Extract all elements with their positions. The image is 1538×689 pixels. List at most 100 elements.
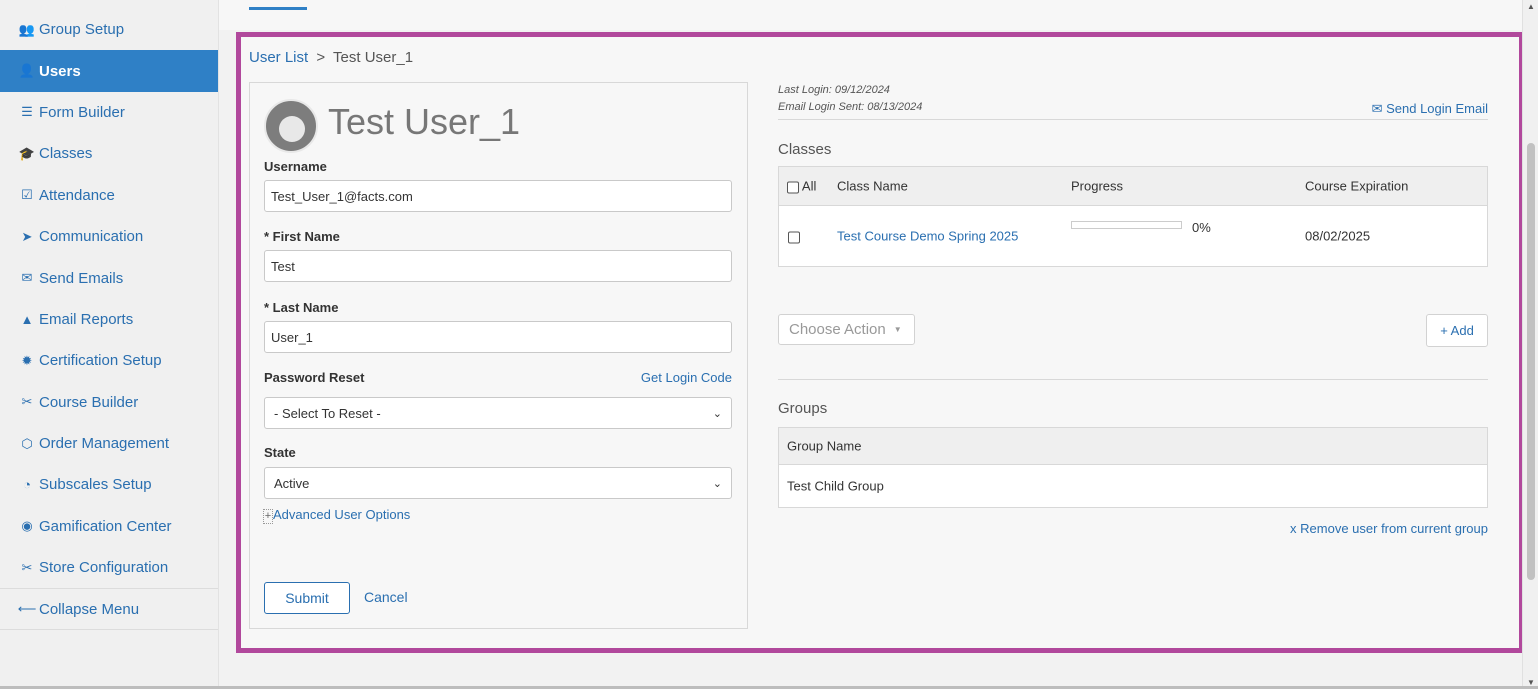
sidebar-item-email-reports[interactable]: ▲ Email Reports <box>0 299 218 340</box>
chevron-down-icon: ⌄ <box>712 407 722 420</box>
gamepad-icon: ◉ <box>21 518 33 534</box>
col-group-name: Group Name <box>787 438 862 454</box>
progress-label: 0% <box>1192 220 1211 235</box>
collapse-menu-button[interactable]: ⟵ Collapse Menu <box>0 588 218 630</box>
submit-button[interactable]: Submit <box>264 582 350 614</box>
sidebar-item-label: Gamification Center <box>39 517 172 535</box>
sidebar-item-order-management[interactable]: ⬡ Order Management <box>0 423 218 464</box>
table-row: Test Course Demo Spring 2025 0% 08/02/20… <box>779 206 1487 266</box>
sidebar-item-label: Email Reports <box>39 310 134 328</box>
checkbox-icon: ☑ <box>21 187 33 203</box>
sidebar-item-classes[interactable]: 🎓 Classes <box>0 133 218 174</box>
sidebar-item-course-builder[interactable]: ✂ Course Builder <box>0 382 218 423</box>
users-icon: 👥 <box>18 21 36 37</box>
col-progress: Progress <box>1071 178 1124 194</box>
expand-plus-icon: + <box>263 509 273 524</box>
col-course-expiration: Course Expiration <box>1305 178 1409 194</box>
breadcrumb-current: Test User_1 <box>333 49 414 66</box>
classes-table: All Class Name Progress Course Expiratio… <box>778 166 1488 267</box>
sidebar-item-send-emails[interactable]: ✉ Send Emails <box>0 257 218 298</box>
password-reset-select[interactable]: - Select To Reset - ⌄ <box>264 397 732 429</box>
first-name-field[interactable] <box>264 250 732 282</box>
sidebar-item-label: Users <box>39 62 81 80</box>
state-select[interactable]: Active ⌄ <box>264 467 732 499</box>
choose-action-dropdown[interactable]: Choose Action ▼ <box>778 314 915 345</box>
last-name-field[interactable] <box>264 321 732 353</box>
user-detail-panel: User List > Test User_1 Test User_1 User… <box>236 32 1524 653</box>
sidebar-item-label: Course Builder <box>39 393 139 411</box>
last-name-label: * Last Name <box>264 300 339 315</box>
select-all[interactable]: All <box>787 179 816 194</box>
paper-plane-icon: ➤ <box>21 228 33 244</box>
state-selected: Active <box>274 475 310 491</box>
top-tab-strip <box>219 0 1522 30</box>
sidebar-item-label: Form Builder <box>39 103 125 121</box>
breadcrumb: User List > Test User_1 <box>249 49 413 66</box>
first-name-label: * First Name <box>264 229 340 244</box>
username-field[interactable] <box>264 180 732 212</box>
sidebar-item-communication[interactable]: ➤ Communication <box>0 216 218 257</box>
sidebar-item-certification-setup[interactable]: ✹ Certification Setup <box>0 340 218 381</box>
divider <box>778 379 1488 380</box>
scrollbar[interactable]: ▲ ▼ <box>1522 0 1538 689</box>
table-row: Test Child Group <box>779 465 1487 507</box>
class-name-link[interactable]: Test Course Demo Spring 2025 <box>837 229 1018 244</box>
sidebar-item-attendance[interactable]: ☑ Attendance <box>0 175 218 216</box>
avatar <box>264 99 318 153</box>
badge-icon: ✹ <box>21 352 33 368</box>
last-login: Last Login: 09/12/2024 <box>778 84 890 96</box>
send-login-email-link[interactable]: ✉ Send Login Email <box>1372 101 1488 117</box>
scroll-up-icon[interactable]: ▲ <box>1527 2 1535 11</box>
user-details-right: Last Login: 09/12/2024 Email Login Sent:… <box>778 82 1488 536</box>
classes-table-header: All Class Name Progress Course Expiratio… <box>779 167 1487 206</box>
tools-icon: ✂ <box>21 559 33 575</box>
scrollbar-thumb[interactable] <box>1527 143 1535 580</box>
sidebar-item-store-configuration[interactable]: ✂ Store Configuration <box>0 547 218 588</box>
course-expiration: 08/02/2025 <box>1305 228 1371 244</box>
choose-action-label: Choose Action <box>789 321 886 338</box>
breadcrumb-user-list-link[interactable]: User List <box>249 49 308 66</box>
box-icon: ⬡ <box>21 435 33 451</box>
select-all-label: All <box>801 178 817 194</box>
list-icon: ☰ <box>21 104 33 120</box>
breadcrumb-separator: > <box>316 49 326 66</box>
graduation-cap-icon: 🎓 <box>18 145 36 161</box>
sidebar-item-label: Attendance <box>39 186 115 204</box>
get-login-code-link[interactable]: Get Login Code <box>641 370 732 385</box>
sidebar-item-group-setup[interactable]: 👥 Group Setup <box>0 9 218 50</box>
col-class-name: Class Name <box>837 178 908 194</box>
tools-icon: ✂ <box>21 394 33 410</box>
send-login-email-label: Send Login Email <box>1386 101 1488 116</box>
sidebar-item-form-builder[interactable]: ☰ Form Builder <box>0 92 218 133</box>
password-reset-selected: - Select To Reset - <box>274 405 381 421</box>
user-display-name: Test User_1 <box>328 101 521 142</box>
row-checkbox[interactable] <box>788 229 800 244</box>
divider <box>778 119 1488 120</box>
arrow-left-icon: ⟵ <box>17 601 37 617</box>
chevron-down-icon: ⌄ <box>712 477 722 490</box>
gauge-icon: ◔ <box>23 477 31 493</box>
groups-table-header: Group Name <box>779 428 1487 465</box>
caret-down-icon: ▼ <box>893 325 902 334</box>
user-icon: 👤 <box>18 63 36 79</box>
sidebar-item-users[interactable]: 👤 Users <box>0 50 218 92</box>
groups-title: Groups <box>778 400 828 417</box>
sidebar-item-label: Store Configuration <box>39 559 169 577</box>
sidebar-item-label: Subscales Setup <box>39 476 152 494</box>
cancel-link[interactable]: Cancel <box>364 589 408 605</box>
sidebar-item-label: Certification Setup <box>39 352 162 370</box>
select-all-checkbox[interactable] <box>787 181 799 194</box>
add-class-button[interactable]: + Add <box>1426 314 1488 347</box>
chart-icon: ▲ <box>20 311 34 327</box>
sidebar-item-label: Classes <box>39 145 93 163</box>
advanced-user-options[interactable]: + Advanced User Options <box>263 507 410 524</box>
sidebar-item-subscales-setup[interactable]: ◔ Subscales Setup <box>0 464 218 505</box>
sidebar-item-label: Group Setup <box>39 21 125 39</box>
active-tab-indicator <box>249 7 307 10</box>
remove-from-group-link[interactable]: x Remove user from current group <box>1290 521 1488 536</box>
sidebar: 👥 Group Setup 👤 Users ☰ Form Builder 🎓 C… <box>0 0 219 689</box>
state-label: State <box>264 445 296 460</box>
envelope-icon: ✉ <box>21 270 33 286</box>
advanced-user-options-link[interactable]: Advanced User Options <box>273 507 410 522</box>
sidebar-item-gamification-center[interactable]: ◉ Gamification Center <box>0 506 218 547</box>
